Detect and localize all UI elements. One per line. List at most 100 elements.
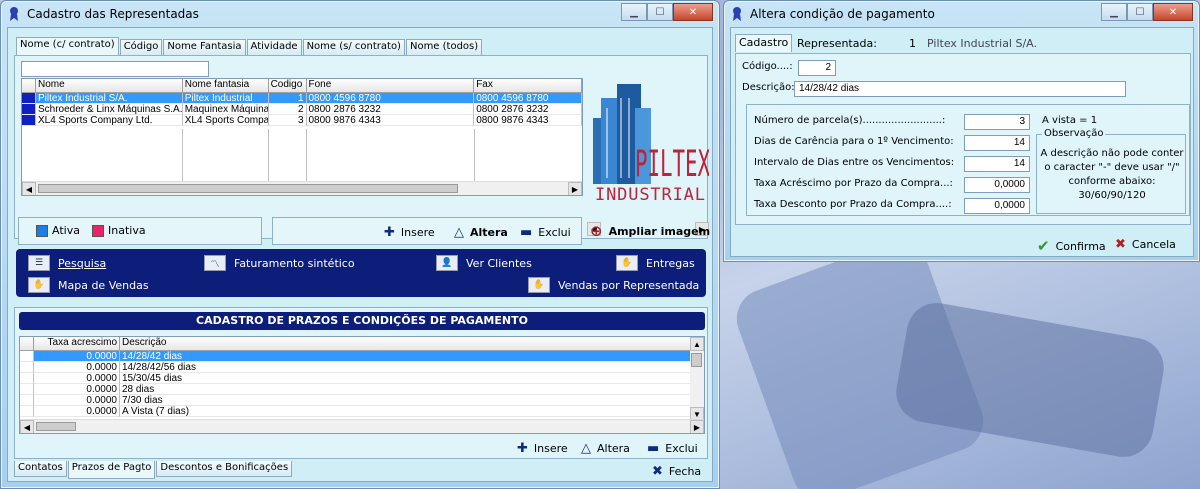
table-row[interactable]: 0.0000 A Vista (7 dias) (20, 406, 704, 417)
maximize-button[interactable]: ☐ (647, 3, 673, 21)
altera-button[interactable]: △ Altera (454, 225, 508, 240)
close-button[interactable]: ✕ (1153, 3, 1193, 21)
prazo-insere-button[interactable]: ✚ Insere (517, 441, 568, 456)
scroll-left-icon[interactable]: ◀ (20, 420, 34, 433)
confirma-label: Confirma (1055, 239, 1106, 253)
prazos-grid[interactable]: Taxa acrescimo Descrição 0.0000 14/28/42… (19, 336, 705, 434)
cell-fantasia: Piltex Industrial (182, 93, 269, 104)
descricao-label: Descrição: (742, 82, 795, 93)
prazos-hscrollbar[interactable]: ◀ ▶ (20, 419, 704, 433)
scroll-thumb[interactable] (38, 184, 458, 193)
col-nome[interactable]: Nome (36, 79, 183, 92)
taxa-desconto-label: Taxa Desconto por Prazo da Compra....: (754, 199, 952, 210)
scroll-up-icon[interactable]: ▲ (690, 337, 704, 351)
cell-taxa: 0.0000 (34, 406, 120, 417)
window-client: Cadastro Representada: 1 Piltex Industri… (730, 27, 1194, 257)
cell-codigo: 2 (268, 104, 307, 115)
carencia-field[interactable]: 14 (964, 135, 1030, 151)
intervalo-label: Intervalo de Dias entre os Vencimentos: (754, 157, 955, 168)
prazos-panel: CADASTRO DE PRAZOS E CONDIÇÕES DE PAGAME… (14, 307, 708, 459)
taxa-acrescimo-field[interactable]: 0,0000 (964, 177, 1030, 193)
grid-hscrollbar[interactable]: ◀ ▶ (22, 181, 582, 195)
scroll-left-icon[interactable]: ◀ (22, 182, 36, 195)
representada-code: 1 (909, 37, 916, 50)
entregas-button[interactable]: ✋ Entregas (616, 255, 695, 271)
search-input[interactable] (21, 61, 209, 77)
insere-button[interactable]: ✚ Insere (384, 225, 435, 240)
minimize-button[interactable]: ▁ (621, 3, 647, 21)
representadas-grid[interactable]: Nome Nome fantasia Codigo Fone Fax Pilte… (21, 78, 583, 196)
col-descricao[interactable]: Descrição (120, 337, 692, 350)
exclui-button[interactable]: ▬ Exclui (520, 225, 571, 240)
a-vista-note: A vista = 1 (1042, 115, 1098, 126)
inativa-swatch (92, 224, 104, 237)
faturamento-label: Faturamento sintético (234, 256, 355, 270)
altera-label: Altera (597, 442, 630, 455)
table-row[interactable]: Piltex Industrial S/A. Piltex Industrial… (22, 93, 582, 104)
table-row[interactable]: Schroeder & Linx Máquinas S.A. Maquinex … (22, 104, 582, 115)
table-row[interactable]: 0.0000 28 dias (20, 384, 704, 395)
col-codigo[interactable]: Codigo (269, 79, 307, 92)
table-row[interactable]: 0.0000 14/28/42/56 dias (20, 362, 704, 373)
vendas-representada-button[interactable]: ✋ Vendas por Representada (528, 277, 699, 293)
mapa-label: Mapa de Vendas (58, 278, 149, 292)
scroll-right-icon[interactable]: ▶ (690, 420, 704, 433)
close-button[interactable]: ✕ (673, 3, 713, 21)
representadas-panel: Nome Nome fantasia Codigo Fone Fax Pilte… (14, 55, 709, 239)
minimize-button[interactable]: ▁ (1101, 3, 1127, 21)
scroll-thumb[interactable] (691, 353, 702, 367)
cell-desc: 28 dias (120, 384, 692, 395)
scroll-right-icon[interactable]: ▶ (568, 182, 582, 195)
col-nome-fantasia[interactable]: Nome fantasia (183, 79, 269, 92)
table-row[interactable]: 0.0000 7/30 dias (20, 395, 704, 406)
mapa-vendas-button[interactable]: ✋ Mapa de Vendas (28, 277, 149, 293)
scroll-thumb[interactable] (36, 422, 76, 431)
cell-desc: 14/28/42/56 dias (120, 362, 692, 373)
col-fax[interactable]: Fax (474, 79, 582, 92)
cell-codigo: 1 (268, 93, 307, 104)
tab-nome-sem-contrato[interactable]: Nome (s/ contrato) (302, 39, 405, 55)
faturamento-button[interactable]: 〽 Faturamento sintético (204, 255, 355, 271)
prazos-vscrollbar[interactable]: ▲ ▼ (690, 337, 704, 421)
table-row[interactable]: 0.0000 15/30/45 dias (20, 373, 704, 384)
prazo-exclui-button[interactable]: ▬ Exclui (647, 441, 698, 456)
tab-nome-contrato[interactable]: Nome (c/ contrato) (16, 37, 119, 55)
confirma-button[interactable]: ✔ Confirma (1037, 237, 1106, 255)
tab-atividade[interactable]: Atividade (246, 39, 302, 55)
codigo-field[interactable]: 2 (798, 60, 836, 76)
ver-clientes-button[interactable]: 👤 Ver Clientes (436, 255, 532, 271)
fecha-button[interactable]: ✖ Fecha (652, 464, 701, 479)
col-fone[interactable]: Fone (307, 79, 475, 92)
triangle-icon: △ (454, 225, 464, 240)
representada-label: Representada: (797, 37, 877, 50)
fecha-label: Fecha (668, 465, 702, 478)
pesquisa-button[interactable]: ☰ Pesquisa (28, 255, 106, 271)
tab-prazos-pagto[interactable]: Prazos de Pagto (67, 461, 156, 479)
cell-nome: Piltex Industrial S/A. (35, 93, 183, 104)
tab-nome-fantasia[interactable]: Nome Fantasia (163, 39, 246, 55)
table-row[interactable]: 0.0000 14/28/42 dias (20, 351, 704, 362)
descricao-field[interactable]: 14/28/42 dias (794, 81, 1126, 97)
tab-cadastro[interactable]: Cadastro (735, 34, 793, 52)
cell-taxa: 0.0000 (34, 362, 120, 373)
taxa-desconto-field[interactable]: 0,0000 (964, 198, 1030, 214)
hand-icon: ✋ (28, 277, 50, 293)
parcelas-field[interactable]: 3 (964, 114, 1030, 130)
tab-codigo[interactable]: Código (119, 39, 163, 55)
cell-nome: XL4 Sports Company Ltd. (35, 115, 183, 126)
tab-descontos[interactable]: Descontos e Bonificações (156, 461, 293, 477)
intervalo-field[interactable]: 14 (964, 156, 1030, 172)
tab-nome-todos[interactable]: Nome (todos) (405, 39, 483, 55)
altera-condicao-window: Altera condição de pagamento ▁ ☐ ✕ Cadas… (723, 0, 1200, 262)
table-row[interactable]: XL4 Sports Company Ltd. XL4 Sports Compa… (22, 115, 582, 126)
cell-fantasia: XL4 Sports Compan (182, 115, 269, 126)
col-taxa-acrescimo[interactable]: Taxa acrescimo (34, 337, 120, 350)
observacao-text: A descrição não pode conter o caracter "… (1040, 148, 1184, 201)
logo-text-piltex: PILTEX (635, 142, 709, 185)
tab-contatos[interactable]: Contatos (14, 461, 67, 477)
cell-codigo: 3 (268, 115, 307, 126)
cancela-button[interactable]: ✖ Cancela (1115, 237, 1176, 252)
prazo-altera-button[interactable]: △ Altera (581, 441, 630, 456)
ampliar-imagem-button[interactable]: ⊕ Ampliar imagem (590, 222, 710, 240)
maximize-button[interactable]: ☐ (1127, 3, 1153, 21)
